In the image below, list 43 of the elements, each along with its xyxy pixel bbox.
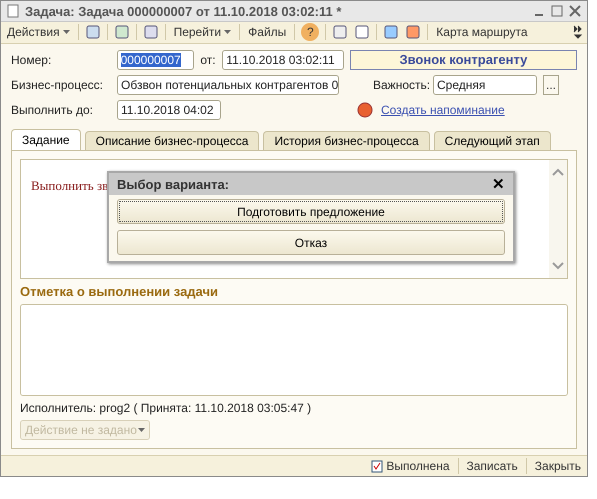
tab[interactable]: История бизнес-процесса (263, 130, 430, 150)
goto-menu[interactable]: Перейти (172, 25, 234, 40)
tab[interactable]: Описание бизнес-процесса (84, 130, 260, 150)
option-button[interactable]: Подготовить предложение (117, 199, 505, 224)
document-icon (7, 4, 19, 18)
dialog-title: Выбор варианта: (117, 176, 230, 192)
checked-clipboard-icon (371, 458, 384, 473)
create-reminder-link[interactable]: Создать напоминание (381, 102, 505, 117)
save-button[interactable]: Записать (464, 458, 520, 473)
task-name-banner: Звонок контрагенту (350, 50, 577, 70)
completion-note-field[interactable] (20, 304, 568, 396)
number-label: Номер: (11, 52, 52, 67)
process-label: Бизнес-процесс: (11, 78, 104, 92)
executor-text: Исполнитель: prog2 ( Принята: 11.10.2018 03:05:47 ) (20, 400, 312, 415)
due-label: Выполнить до: (11, 102, 94, 117)
actions-menu[interactable]: Действия (5, 25, 72, 40)
maximize-icon[interactable] (551, 5, 563, 18)
date-label: от: (200, 52, 216, 67)
choose-button[interactable]: ... (543, 74, 560, 95)
tab[interactable]: Следующий этап (434, 130, 551, 150)
number-field[interactable]: 000000007 (116, 50, 194, 70)
caret-icon (138, 428, 145, 432)
mark-done-button[interactable]: Выполнена (369, 458, 452, 473)
window-title: Задача: Задача 000000007 от 11.10.2018 03:02:11 * (25, 4, 342, 19)
more-icon[interactable] (573, 24, 583, 40)
scroll-down-icon[interactable] (552, 262, 564, 270)
option-button[interactable]: Отказ (117, 230, 505, 255)
section-heading: Отметка о выполнении задачи (20, 284, 219, 299)
help-button[interactable]: ? (301, 23, 320, 42)
close-button[interactable]: ✕ (492, 175, 505, 193)
caret-icon (224, 30, 232, 34)
importance-label: Важность: (373, 78, 427, 92)
files-button[interactable]: Файлы (246, 25, 288, 40)
close-button[interactable]: Закрыть (532, 458, 583, 473)
date-field[interactable]: 11.10.2018 03:02:11 (222, 50, 344, 70)
close-icon[interactable] (569, 5, 581, 18)
tab[interactable]: Задание (11, 128, 81, 150)
importance-field[interactable]: Средняя (433, 74, 537, 95)
process-field[interactable]: Обзвон потенциальных контрагентов 0 (117, 74, 339, 95)
route-map-button[interactable]: Карта маршрута (434, 25, 530, 40)
scroll-up-icon[interactable] (552, 168, 564, 176)
caret-icon (62, 30, 70, 34)
due-field[interactable]: 11.10.2018 04:02 (117, 100, 221, 120)
